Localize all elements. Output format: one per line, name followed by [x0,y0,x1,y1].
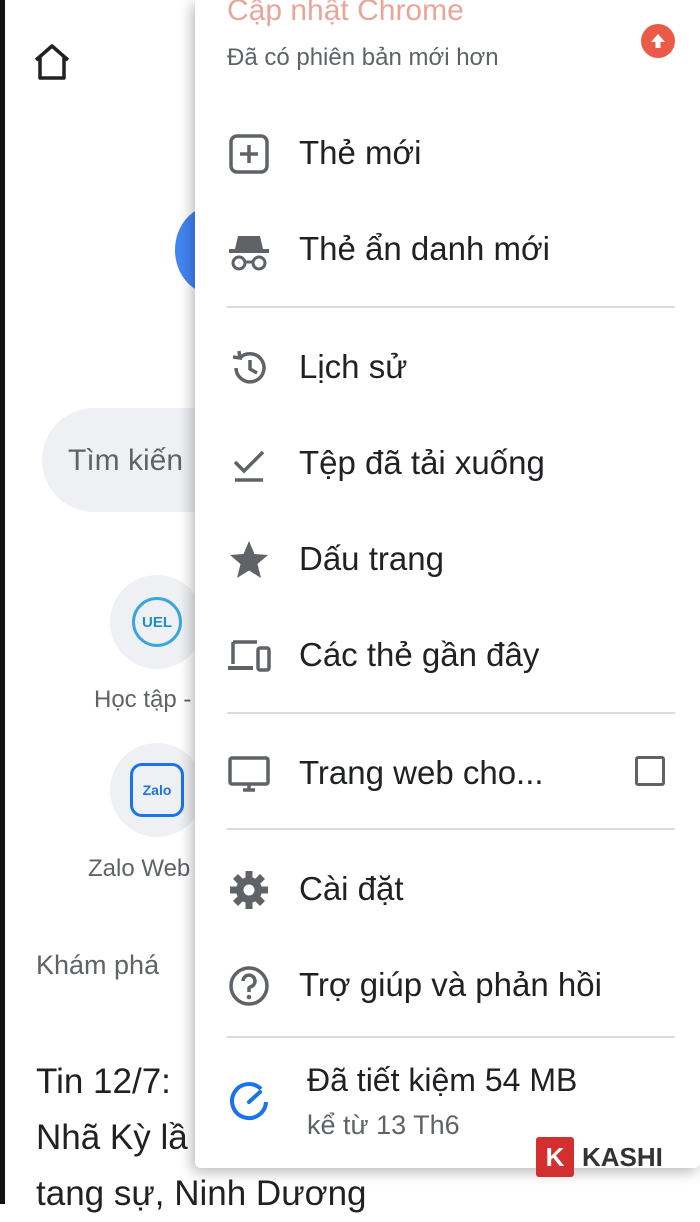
menu-item-label: Các thẻ gần đây [299,636,540,673]
gear-icon [230,871,268,909]
shortcut-label: Học tập - [94,686,192,713]
menu-item-label: Cài đặt [299,870,404,907]
desktop-icon [228,756,270,792]
menu-item-label: Thẻ mới [299,134,422,171]
search-placeholder: Tìm kiến [68,444,184,477]
shortcut-tile-zalo[interactable]: Zalo [110,743,204,837]
watermark-text: KASHI [582,1141,663,1172]
menu-item-history[interactable]: Lịch sử [195,320,700,416]
screen-edge [0,0,5,1204]
menu-item-label: Tệp đã tải xuống [299,444,545,481]
incognito-icon [229,236,269,271]
menu-divider [227,828,675,830]
star-icon [230,541,268,578]
history-icon [232,350,266,384]
menu-item-label: Trang web cho... [299,754,544,791]
menu-item-bookmarks[interactable]: Dấu trang [195,512,700,608]
discover-heading: Khám phá [36,950,160,980]
chrome-overflow-menu: Cập nhật Chrome Đã có phiên bản mới hơn … [195,0,700,1168]
menu-item-new-tab[interactable]: Thẻ mới [195,106,700,202]
menu-divider [227,1036,675,1038]
zalo-logo: Zalo [130,763,184,817]
menu-divider [227,306,675,308]
downloads-icon [233,450,265,482]
new-tab-icon [229,134,269,174]
desktop-site-checkbox[interactable] [635,756,665,786]
update-arrow-icon [641,24,675,58]
menu-item-settings[interactable]: Cài đặt [195,842,700,938]
menu-item-label: Dấu trang [299,540,444,577]
menu-item-desktop-site[interactable]: Trang web cho... [195,726,700,822]
menu-item-recent-tabs[interactable]: Các thẻ gần đây [195,608,700,704]
watermark-logo: K [536,1137,574,1177]
data-saved-title: Đã tiết kiệm 54 MB [307,1062,578,1098]
data-saved-subtitle: kể từ 13 Th6 [307,1110,460,1140]
news-line: tang sự, Ninh Dương [36,1174,367,1213]
menu-item-downloads[interactable]: Tệp đã tải xuống [195,416,700,512]
home-icon [34,44,70,80]
menu-item-help[interactable]: Trợ giúp và phản hồi [195,938,700,1034]
data-saver-gauge-icon [230,1082,268,1120]
home-button[interactable] [30,40,74,84]
kashi-watermark: K KASHI [536,1134,663,1180]
uel-logo: UEL [132,597,182,647]
menu-item-label: Lịch sử [299,348,408,385]
devices-icon [228,640,271,672]
update-subtitle: Đã có phiên bản mới hơn [227,44,499,71]
menu-item-label: Trợ giúp và phản hồi [299,966,602,1003]
shortcut-tile-hoc-tap[interactable]: UEL [110,575,204,669]
shortcut-label: Zalo Web [88,855,191,882]
menu-item-incognito[interactable]: Thẻ ẩn danh mới [195,202,700,298]
menu-divider [227,712,675,714]
update-title: Cập nhật Chrome [227,0,464,27]
menu-item-label: Thẻ ẩn danh mới [299,230,550,267]
help-icon [229,966,269,1006]
